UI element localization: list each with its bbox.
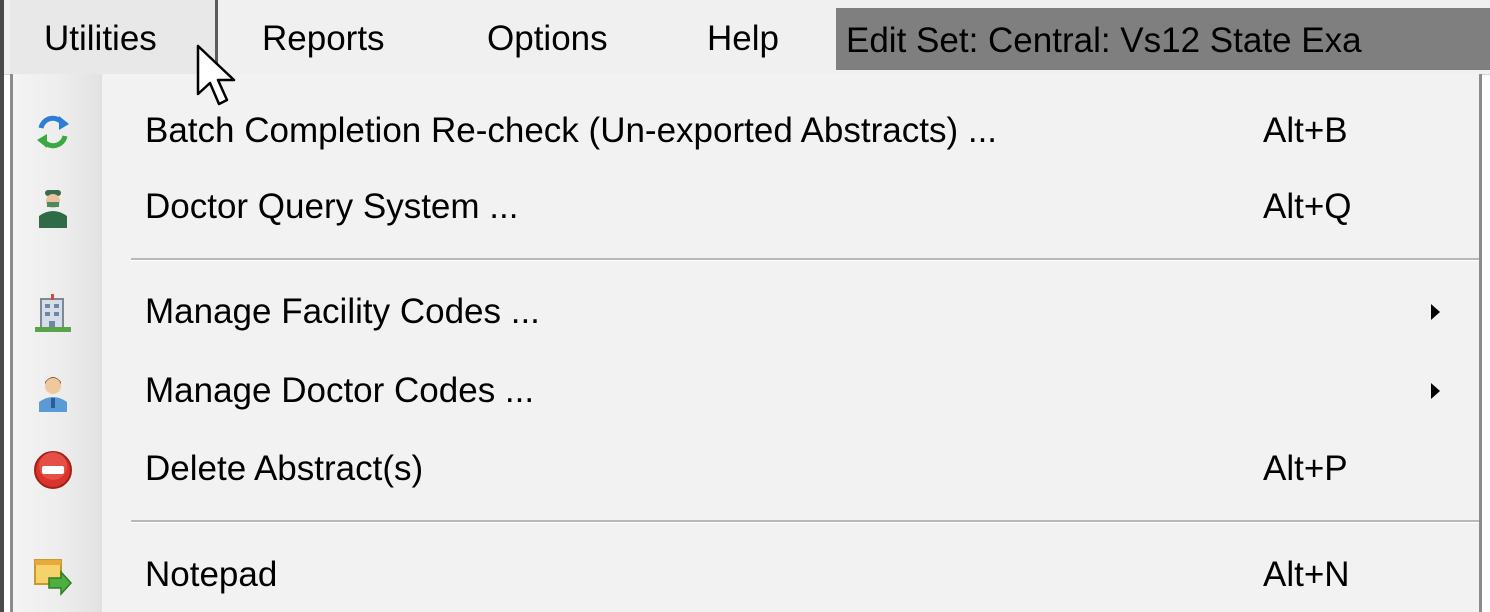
menu-item-delete-abstracts[interactable]: Delete Abstract(s) Alt+P: [13, 436, 1479, 502]
notepad-export-icon: [33, 556, 73, 596]
menu-item-manage-facility-codes[interactable]: Manage Facility Codes ...: [13, 279, 1479, 345]
recycle-arrows-icon: [33, 112, 73, 152]
person-icon: [33, 372, 73, 412]
menu-item-label: Manage Doctor Codes ...: [145, 371, 535, 410]
submenu-arrow-icon: [1431, 304, 1440, 320]
menu-item-label: Batch Completion Re-check (Un-exported A…: [145, 111, 998, 150]
menu-item-label: Manage Facility Codes ...: [145, 292, 540, 331]
mouse-cursor-icon: [194, 44, 242, 110]
menu-separator: [131, 258, 1479, 261]
menu-utilities[interactable]: Utilities: [10, 0, 218, 74]
menu-item-label: Doctor Query System ...: [145, 187, 519, 226]
menu-item-doctor-query-system[interactable]: Doctor Query System ... Alt+Q: [13, 174, 1479, 240]
menu-options[interactable]: Options: [487, 0, 608, 74]
edit-set-label: Edit Set: Central: Vs12 State Exa: [836, 8, 1490, 70]
menu-item-notepad[interactable]: Notepad Alt+N: [13, 542, 1479, 608]
menu-help[interactable]: Help: [707, 0, 779, 74]
menu-item-label: Delete Abstract(s): [145, 449, 424, 488]
building-icon: [33, 293, 73, 333]
doctor-icon: [33, 188, 73, 228]
menu-reports[interactable]: Reports: [262, 0, 385, 74]
menu-item-shortcut: Alt+N: [1263, 555, 1350, 594]
menu-separator: [131, 520, 1479, 523]
menu-item-label: Notepad: [145, 555, 278, 594]
submenu-arrow-icon: [1431, 383, 1440, 399]
menu-item-shortcut: Alt+P: [1263, 449, 1348, 488]
menu-item-shortcut: Alt+Q: [1263, 187, 1352, 226]
delete-icon: [33, 450, 73, 490]
app-window: Utilities Reports Options Help Edit Set:…: [0, 0, 1490, 612]
menu-item-manage-doctor-codes[interactable]: Manage Doctor Codes ...: [13, 358, 1479, 424]
menu-item-shortcut: Alt+B: [1263, 111, 1348, 150]
utilities-dropdown: Batch Completion Re-check (Un-exported A…: [10, 74, 1482, 612]
window-left-border: [0, 0, 4, 612]
